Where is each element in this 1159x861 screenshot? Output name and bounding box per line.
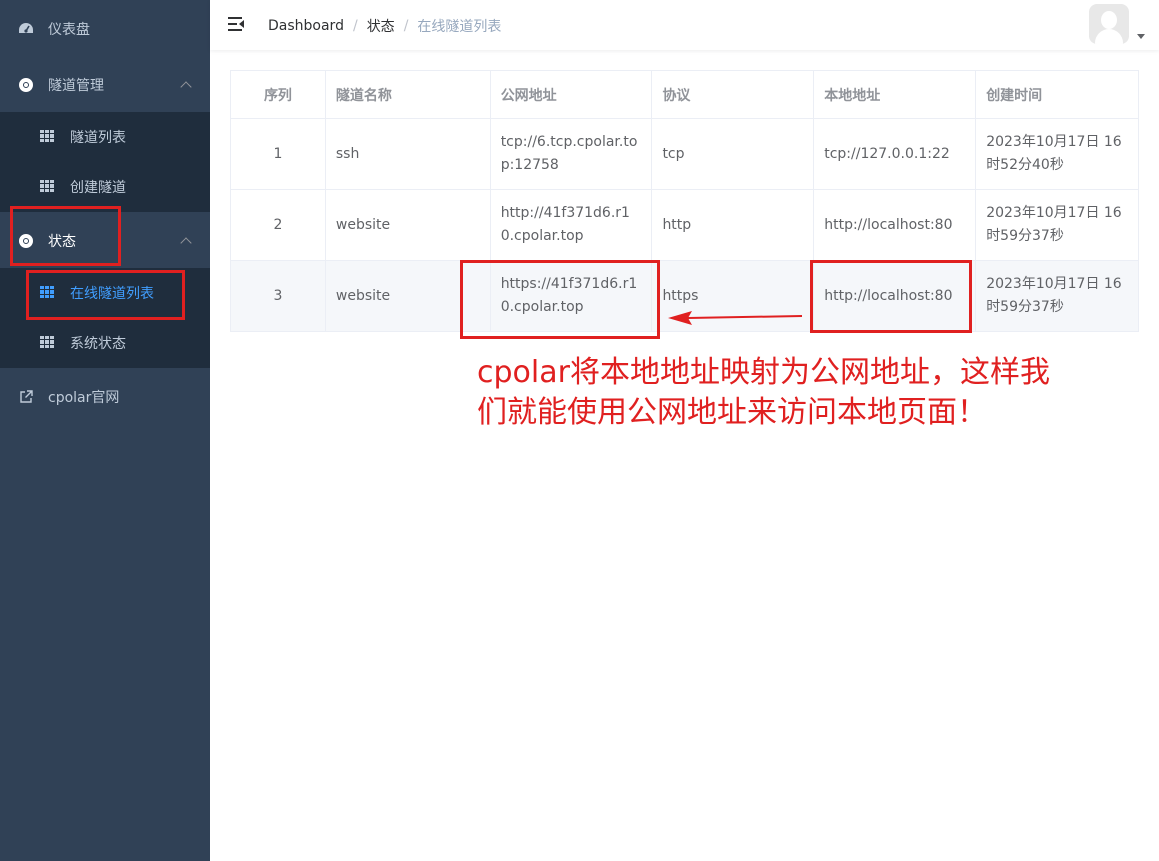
table-row: 2 website http://41f371d6.r10.cpolar.top… <box>230 189 1139 261</box>
sidebar-item-label: 创建隧道 <box>70 180 126 196</box>
table-cell: tcp://127.0.0.1:22 <box>813 118 977 190</box>
caret-down-icon[interactable] <box>1137 34 1145 39</box>
sidebar-item-label: cpolar官网 <box>48 390 120 406</box>
sidebar: 仪表盘 隧道管理 隧道列表 创建隧道 状态 在线隧道列表 系统状态 cpolar… <box>0 0 210 861</box>
sidebar-item-cpolar-site[interactable]: cpolar官网 <box>0 369 210 425</box>
dashboard-icon <box>18 21 34 37</box>
table-cell: website <box>324 189 491 261</box>
sidebar-item-tunnel-list[interactable]: 隧道列表 <box>0 112 210 162</box>
table-row: 1 ssh tcp://6.tcp.cpolar.top:12758 tcp t… <box>230 118 1139 190</box>
table-cell: 3 <box>230 260 326 332</box>
arrow-left-icon <box>668 311 803 325</box>
sidebar-item-label: 隧道管理 <box>48 78 104 94</box>
table-cell: tcp://6.tcp.cpolar.top:12758 <box>489 118 653 190</box>
sidebar-item-system-status[interactable]: 系统状态 <box>0 318 210 368</box>
sidebar-item-label: 系统状态 <box>70 336 126 352</box>
column-header: 协议 <box>651 70 815 119</box>
table-cell: 2023年10月17日 16时52分40秒 <box>975 118 1139 190</box>
sidebar-item-create-tunnel[interactable]: 创建隧道 <box>0 162 210 212</box>
table-icon <box>40 336 54 348</box>
sidebar-item-tunnel-management[interactable]: 隧道管理 <box>0 57 210 113</box>
breadcrumb-item[interactable]: Dashboard <box>268 18 344 34</box>
external-link-icon <box>18 389 34 405</box>
online-tunnels-table: 序列 隧道名称 公网地址 协议 本地地址 创建时间 1 ssh tcp://6.… <box>230 70 1139 332</box>
tunnel-icon <box>18 77 34 93</box>
highlight-box-local-address <box>810 260 972 333</box>
highlight-box-online-tunnels <box>26 270 185 320</box>
sidebar-item-label: 仪表盘 <box>48 22 90 38</box>
menu-toggle-icon[interactable] <box>228 17 244 31</box>
column-header: 本地地址 <box>813 70 977 119</box>
sidebar-item-label: 隧道列表 <box>70 130 126 146</box>
column-header: 公网地址 <box>489 70 653 119</box>
breadcrumb: Dashboard / 状态 / 在线隧道列表 <box>268 16 502 36</box>
submenu-tunnels: 隧道列表 创建隧道 <box>0 112 210 212</box>
table-cell: http://41f371d6.r10.cpolar.top <box>489 189 653 261</box>
chevron-up-icon <box>180 81 192 93</box>
highlight-box-status-menu <box>10 206 121 266</box>
chevron-up-icon <box>180 237 192 249</box>
table-icon <box>40 130 54 142</box>
table-cell: 2023年10月17日 16时59分37秒 <box>975 189 1139 261</box>
breadcrumb-item: 在线隧道列表 <box>417 19 502 35</box>
table-cell: 2 <box>230 189 326 261</box>
navbar: Dashboard / 状态 / 在线隧道列表 <box>210 0 1159 50</box>
column-header: 序列 <box>230 70 326 119</box>
avatar[interactable] <box>1089 4 1129 44</box>
column-header: 隧道名称 <box>324 70 491 119</box>
sidebar-item-dashboard[interactable]: 仪表盘 <box>0 1 210 57</box>
annotation-note: cpolar将本地地址映射为公网地址，这样我们就能使用公网地址来访问本地页面！ <box>477 355 1050 430</box>
table-cell: http://localhost:80 <box>813 189 977 261</box>
breadcrumb-item[interactable]: 状态 <box>367 16 395 36</box>
column-header: 创建时间 <box>975 70 1139 119</box>
table-cell: 1 <box>230 118 326 190</box>
table-icon <box>40 180 54 192</box>
table-cell: ssh <box>324 118 491 190</box>
table-cell: 2023年10月17日 16时59分37秒 <box>975 260 1139 332</box>
table-cell: tcp <box>651 118 815 190</box>
highlight-box-public-address <box>460 260 660 339</box>
table-header-row: 序列 隧道名称 公网地址 协议 本地地址 创建时间 <box>230 70 1139 119</box>
table-cell: http <box>651 189 815 261</box>
